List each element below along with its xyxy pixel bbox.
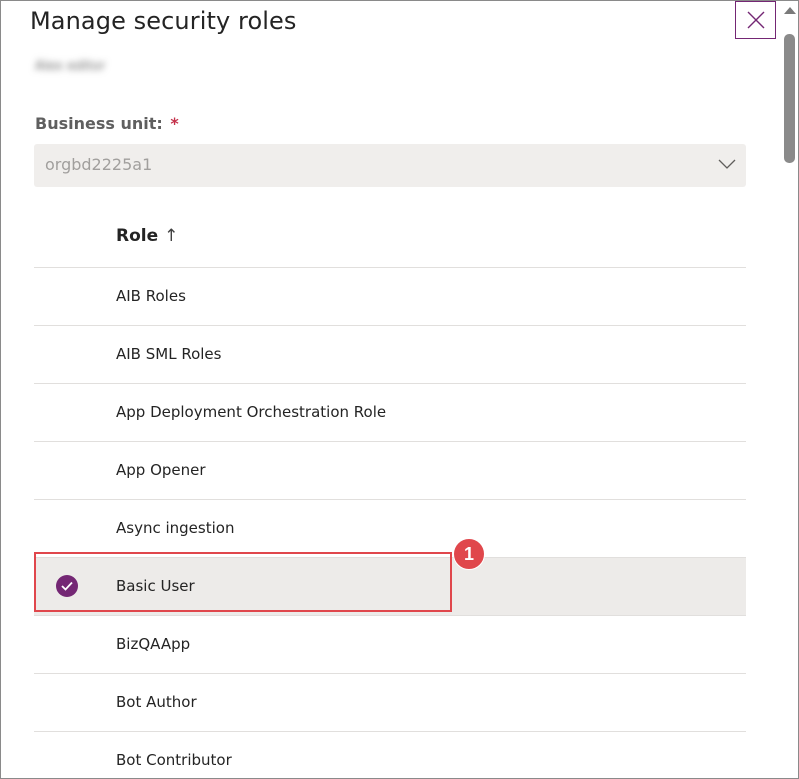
role-name: Async ingestion [116,519,235,537]
business-unit-dropdown[interactable]: orgbd2225a1 [34,144,746,187]
role-column-label: Role [116,226,159,246]
user-name-subtitle: Alex editor [35,59,106,74]
role-name: AIB Roles [116,287,186,305]
annotation-step-badge: 1 [453,538,485,570]
role-row[interactable]: Bot Author [34,674,746,732]
chevron-down-icon [718,159,736,169]
role-row[interactable]: Bot Contributor [34,732,746,778]
role-name: BizQAApp [116,635,191,653]
role-row[interactable]: App Opener [34,442,746,500]
dialog-title: Manage security roles [30,7,297,35]
roles-grid: Role ↑ AIB Roles AIB SML Roles App Deployme… [34,209,746,778]
manage-security-roles-dialog: Manage security roles Alex editor Busine… [0,0,799,779]
role-name: App Deployment Orchestration Role [116,403,387,421]
role-name: Basic User [116,577,195,595]
scroll-up-arrow-icon[interactable] [784,7,796,14]
close-button[interactable] [735,1,776,39]
role-name: Bot Contributor [116,751,232,769]
role-row[interactable]: AIB Roles [34,268,746,326]
role-row[interactable]: App Deployment Orchestration Role [34,384,746,442]
role-name: AIB SML Roles [116,345,222,363]
role-row[interactable]: Async ingestion [34,500,746,558]
role-row[interactable]: AIB SML Roles [34,326,746,384]
grid-rows: AIB Roles AIB SML Roles App Deployment Orc… [34,268,746,778]
scrollbar-thumb[interactable] [784,34,795,163]
role-row[interactable]: BizQAApp [34,616,746,674]
grid-header: Role ↑ [34,209,746,268]
close-icon [747,11,764,29]
arrow-up-icon: ↑ [164,226,179,246]
business-unit-value: orgbd2225a1 [45,155,153,174]
checkmark-circle-icon[interactable] [56,575,78,597]
business-unit-label: Business unit: * [35,114,179,133]
role-name: Bot Author [116,693,197,711]
business-unit-label-text: Business unit: [35,114,163,133]
required-indicator: * [170,114,179,133]
role-name: App Opener [116,461,206,479]
role-column-header[interactable]: Role ↑ [116,226,178,246]
role-row[interactable]: Basic User [34,558,746,616]
vertical-scrollbar[interactable] [781,1,798,778]
